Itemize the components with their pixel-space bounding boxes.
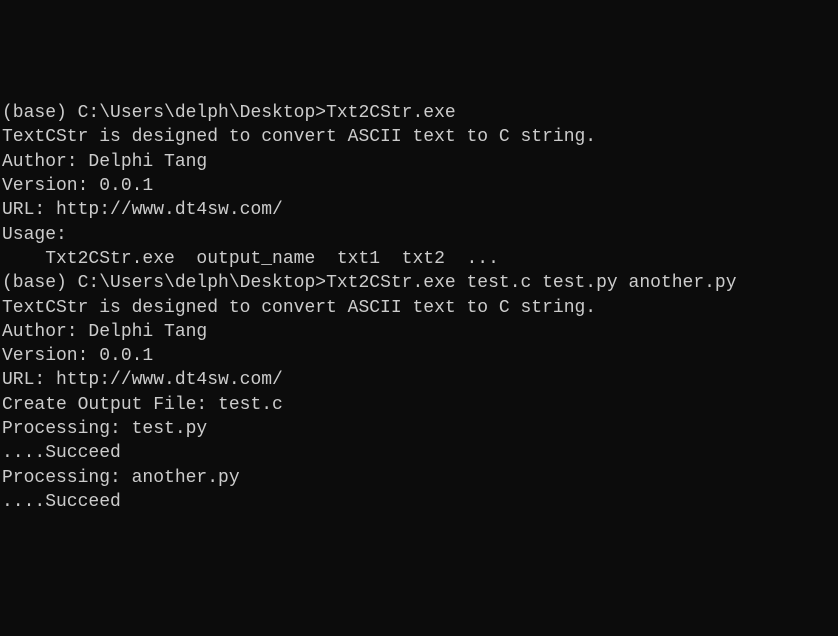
processing-line: Processing: test.py <box>2 417 836 441</box>
version-line: Version: 0.0.1 <box>2 174 836 198</box>
prompt-line-2: (base) C:\Users\delph\Desktop>Txt2CStr.e… <box>2 271 836 295</box>
shell-prompt: (base) C:\Users\delph\Desktop> <box>2 273 326 293</box>
banner-line: TextCStr is designed to convert ASCII te… <box>2 125 836 149</box>
command-text: Txt2CStr.exe <box>326 103 456 123</box>
processing-line: Processing: another.py <box>2 466 836 490</box>
create-output-line: Create Output File: test.c <box>2 393 836 417</box>
banner-line: TextCStr is designed to convert ASCII te… <box>2 296 836 320</box>
usage-header: Usage: <box>2 223 836 247</box>
prompt-line-1: (base) C:\Users\delph\Desktop>Txt2CStr.e… <box>2 101 836 125</box>
shell-prompt: (base) C:\Users\delph\Desktop> <box>2 103 326 123</box>
succeed-line: ....Succeed <box>2 490 836 514</box>
url-line: URL: http://www.dt4sw.com/ <box>2 198 836 222</box>
succeed-line: ....Succeed <box>2 441 836 465</box>
url-line: URL: http://www.dt4sw.com/ <box>2 368 836 392</box>
usage-line: Txt2CStr.exe output_name txt1 txt2 ... <box>2 247 836 271</box>
author-line: Author: Delphi Tang <box>2 150 836 174</box>
terminal-window[interactable]: (base) C:\Users\delph\Desktop>Txt2CStr.e… <box>2 101 836 514</box>
command-text: Txt2CStr.exe test.c test.py another.py <box>326 273 736 293</box>
author-line: Author: Delphi Tang <box>2 320 836 344</box>
version-line: Version: 0.0.1 <box>2 344 836 368</box>
